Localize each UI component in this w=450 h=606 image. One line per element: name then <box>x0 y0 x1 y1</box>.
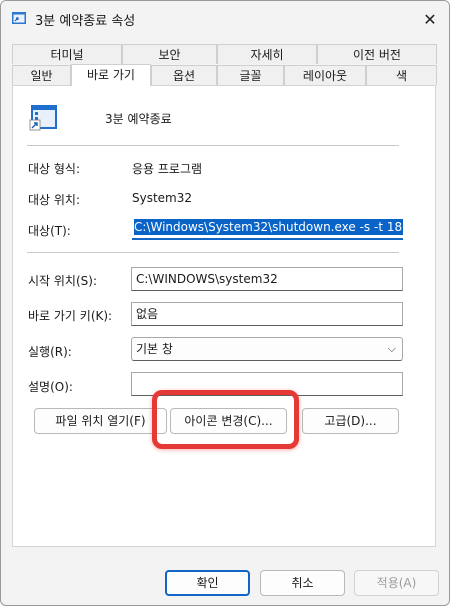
tab-label: 자세히 <box>250 48 284 62</box>
properties-dialog: 3분 예약종료 속성 ✕ 터미널 보안 자세히 이전 버전 일반 바로 가기 옵… <box>0 0 450 606</box>
tab-label: 터미널 <box>50 48 84 62</box>
button-label: 확인 <box>196 576 219 590</box>
window-title: 3분 예약종료 속성 <box>35 14 136 29</box>
divider <box>27 145 399 146</box>
cancel-button[interactable]: 취소 <box>260 570 345 596</box>
shortcut-panel: 3분 예약종료 대상 형식: 응용 프로그램 대상 위치: System32 대… <box>12 85 436 547</box>
tab-row-1: 터미널 보안 자세히 이전 버전 <box>12 44 437 65</box>
tab-row-2: 일반 바로 가기 옵션 글꼴 레이아웃 색 <box>12 64 437 86</box>
ok-button[interactable]: 확인 <box>165 570 250 596</box>
button-label: 아이콘 변경(C)... <box>184 414 273 428</box>
hotkey-label: 바로 가기 키(K): <box>28 309 113 323</box>
run-select[interactable]: 기본 창 ⌵ <box>131 337 403 361</box>
shortcut-name: 3분 예약종료 <box>105 112 172 126</box>
start-in-label: 시작 위치(S): <box>28 274 97 288</box>
hotkey-value: 없음 <box>136 307 159 321</box>
tab-colors[interactable]: 색 <box>366 65 437 85</box>
divider <box>27 252 399 253</box>
tab-label: 보안 <box>158 48 181 62</box>
chevron-down-icon: ⌵ <box>387 342 396 355</box>
advanced-button[interactable]: 고급(D)... <box>302 408 399 434</box>
comment-label: 설명(O): <box>28 380 73 394</box>
tab-label: 레이아웃 <box>302 69 348 83</box>
application-shortcut-icon <box>29 105 57 131</box>
tab-general[interactable]: 일반 <box>12 65 71 85</box>
start-in-value: C:\WINDOWS\system32 <box>136 272 278 286</box>
target-input[interactable]: C:\Windows\System32\shutdown.exe -s -t 1… <box>132 216 403 240</box>
close-icon: ✕ <box>423 9 437 29</box>
button-label: 적용(A) <box>376 576 417 590</box>
tab-terminal[interactable]: 터미널 <box>12 44 122 64</box>
tab-label: 옵션 <box>172 69 196 83</box>
tab-options[interactable]: 옵션 <box>151 65 217 85</box>
tab-font[interactable]: 글꼴 <box>217 65 284 85</box>
tab-security[interactable]: 보안 <box>122 44 217 64</box>
target-type-value: 응용 프로그램 <box>132 162 203 176</box>
button-label: 고급(D)... <box>324 414 377 428</box>
apply-button[interactable]: 적용(A) <box>354 570 439 596</box>
tab-label: 색 <box>395 69 408 83</box>
button-label: 취소 <box>291 576 314 590</box>
open-file-location-button[interactable]: 파일 위치 열기(F) <box>34 408 167 434</box>
run-value: 기본 창 <box>136 342 173 356</box>
target-location-label: 대상 위치: <box>28 193 81 207</box>
tab-label: 일반 <box>30 69 53 83</box>
start-in-input[interactable]: C:\WINDOWS\system32 <box>131 267 403 291</box>
close-button[interactable]: ✕ <box>417 6 443 32</box>
title-bar: 3분 예약종료 속성 ✕ <box>1 1 449 35</box>
target-location-value: System32 <box>132 191 193 205</box>
tab-previous-versions[interactable]: 이전 버전 <box>317 44 437 64</box>
tab-shortcut[interactable]: 바로 가기 <box>71 64 151 86</box>
target-selected-text: C:\Windows\System32\shutdown.exe -s -t 1… <box>134 219 403 235</box>
tab-label: 이전 버전 <box>353 48 401 62</box>
shortcut-window-icon <box>12 12 26 24</box>
target-type-label: 대상 형식: <box>28 162 81 176</box>
tab-label: 글꼴 <box>239 69 262 83</box>
tab-layout[interactable]: 레이아웃 <box>284 65 366 85</box>
target-label: 대상(T): <box>28 224 71 238</box>
change-icon-button[interactable]: 아이콘 변경(C)... <box>170 408 287 434</box>
tab-details[interactable]: 자세히 <box>217 44 317 64</box>
comment-input[interactable] <box>131 372 403 396</box>
button-label: 파일 위치 열기(F) <box>55 414 146 428</box>
hotkey-input[interactable]: 없음 <box>131 302 403 326</box>
run-label: 실행(R): <box>28 345 72 359</box>
tab-label: 바로 가기 <box>87 68 135 82</box>
